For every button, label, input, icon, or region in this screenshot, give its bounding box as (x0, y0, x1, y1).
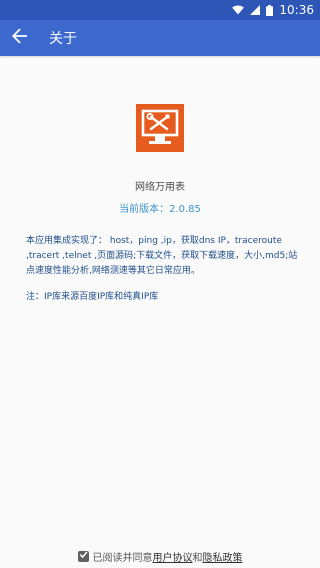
page-title: 关于 (49, 31, 77, 47)
ip-source-note: 注：IP库来源百度IP库和纯真IP库 (26, 292, 159, 302)
battery-icon (266, 4, 274, 16)
back-button[interactable] (2, 20, 38, 56)
version-info: 当前版本：2.0.85 (0, 200, 320, 215)
arrow-back-icon (12, 28, 28, 48)
agree-checkbox[interactable] (77, 550, 89, 562)
privacy-policy-link[interactable]: 隐私政策 (203, 549, 243, 564)
about-content: 网络万用表 当前版本：2.0.85 本应用集成实现了： host，ping ,i… (0, 56, 320, 536)
agree-text: 已阅读并同意 (92, 552, 153, 564)
app-bar: 关于 (0, 20, 320, 56)
version-value: 2.0.85 (169, 204, 201, 215)
status-bar: 10:36 (0, 0, 320, 20)
wifi-icon (232, 5, 245, 15)
status-time: 10:36 (279, 3, 314, 17)
and-text: 和 (192, 552, 203, 564)
status-icons: 10:36 (232, 0, 314, 20)
app-name: 网络万用表 (135, 182, 185, 193)
user-agreement-link[interactable]: 用户协议 (153, 549, 193, 564)
tools-monitor-icon (136, 104, 184, 152)
version-label: 当前版本： (119, 204, 170, 215)
check-icon (79, 550, 88, 562)
signal-icon (250, 5, 261, 15)
agreement-row: 已阅读并同意 用户协议和隐私政策 (0, 548, 320, 564)
app-description: 本应用集成实现了： host，ping ,ip，获取dns IP，tracero… (26, 236, 298, 276)
